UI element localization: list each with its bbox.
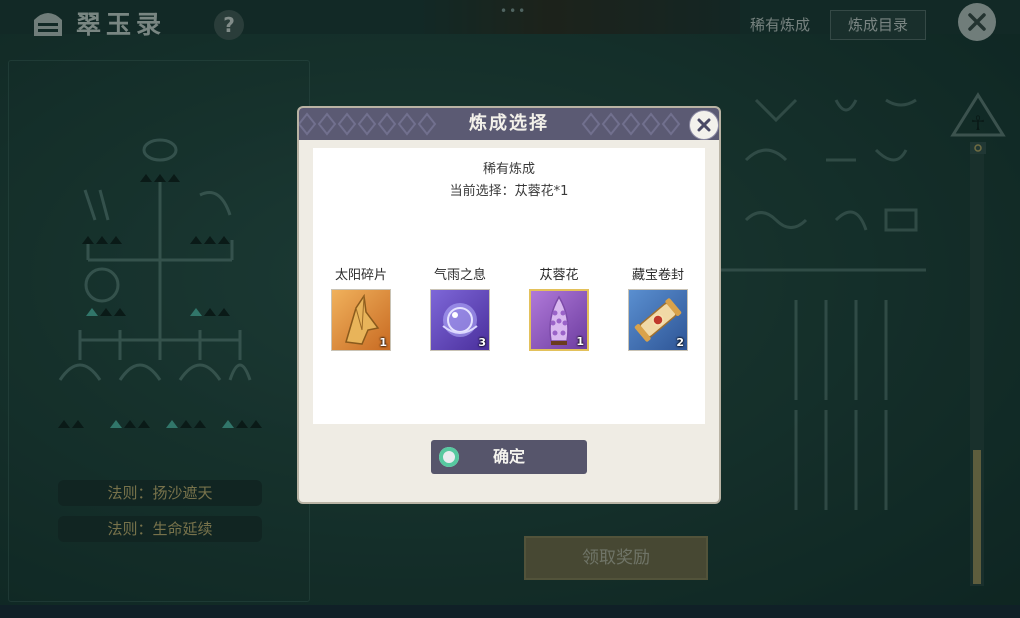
- item-count: 1: [379, 336, 387, 349]
- item-name: 太阳碎片: [334, 268, 387, 283]
- dialog-title: 炼成选择: [469, 113, 549, 134]
- refine-select-dialog: 炼成选择 稀有炼成 当前选择：苁蓉花*1 太阳碎片 1 气雨之息 3 苁蓉花 1…: [299, 108, 719, 502]
- item-option-sun-shard[interactable]: 太阳碎片 1: [321, 264, 401, 351]
- item-count: 2: [676, 336, 684, 349]
- close-icon: [697, 118, 711, 132]
- item-name: 苁蓉花: [539, 268, 579, 283]
- dialog-body: 稀有炼成 当前选择：苁蓉花*1 太阳碎片 1 气雨之息 3 苁蓉花 1 藏宝卷封…: [313, 148, 705, 424]
- dialog-close-button[interactable]: [689, 110, 719, 140]
- item-name: 藏宝卷封: [631, 268, 684, 283]
- item-option-cistanche-flower[interactable]: 苁蓉花 1: [519, 264, 599, 351]
- rain-breath-orb-icon: 3: [430, 289, 490, 351]
- item-option-rain-breath[interactable]: 气雨之息 3: [420, 264, 500, 351]
- cistanche-flower-icon: 1: [529, 289, 589, 351]
- item-name: 气雨之息: [433, 268, 486, 283]
- item-count: 1: [576, 335, 584, 348]
- dialog-subtitle: 稀有炼成: [482, 162, 535, 177]
- item-option-treasure-scroll[interactable]: 藏宝卷封 2: [618, 264, 698, 351]
- sun-shard-icon: 1: [331, 289, 391, 351]
- confirm-label: 确定: [492, 447, 525, 466]
- treasure-scroll-icon: 2: [628, 289, 688, 351]
- current-selection-text: 当前选择：苁蓉花*1: [449, 184, 569, 199]
- confirm-button[interactable]: 确定: [431, 440, 587, 474]
- item-count: 3: [478, 336, 486, 349]
- dialog-header: 炼成选择: [299, 108, 719, 140]
- confirm-ring-icon: [439, 447, 459, 467]
